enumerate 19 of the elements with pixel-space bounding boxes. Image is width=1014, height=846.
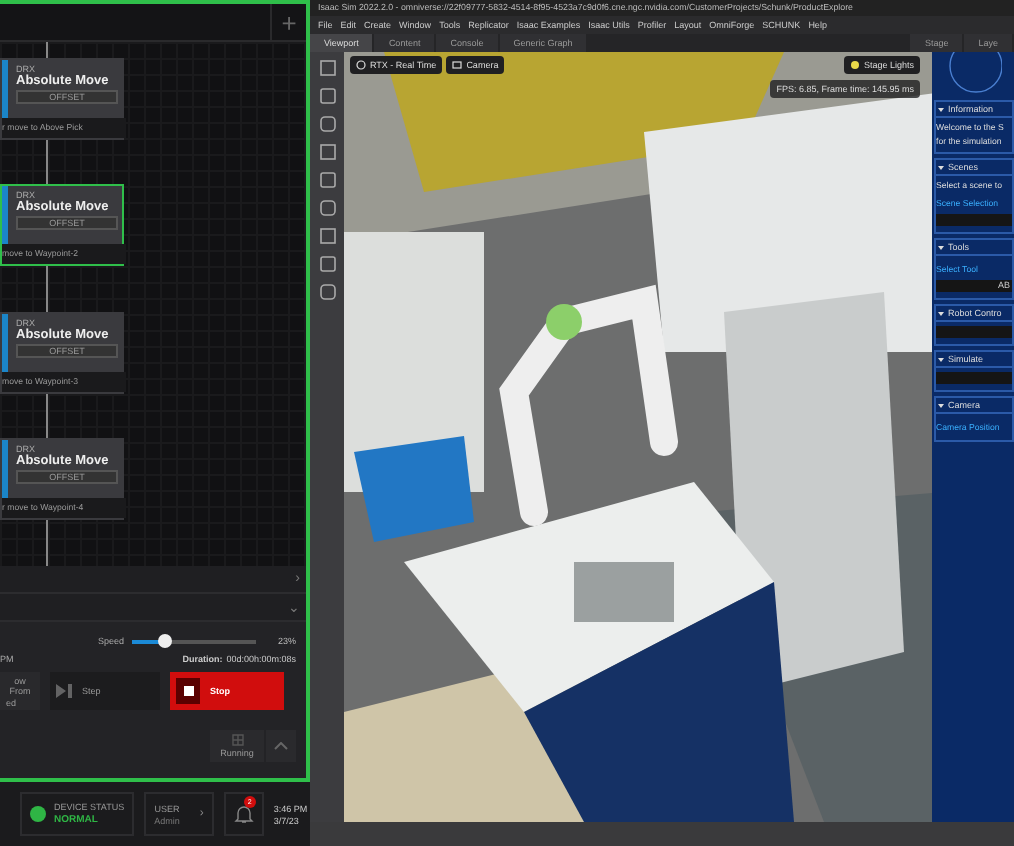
dropdown-field[interactable] xyxy=(936,326,1012,338)
caret-icon xyxy=(938,245,944,249)
caret-icon xyxy=(938,403,944,407)
caret-button[interactable] xyxy=(266,730,296,762)
grid-icon xyxy=(231,734,243,746)
bell-icon xyxy=(233,804,254,824)
bulb-icon xyxy=(356,60,366,70)
caret-icon xyxy=(938,357,944,361)
caret-icon xyxy=(938,107,944,111)
caret-icon xyxy=(274,742,288,750)
slider-thumb[interactable] xyxy=(157,633,172,647)
dropdown-field[interactable] xyxy=(936,214,1012,226)
caret-icon xyxy=(938,165,944,169)
sun-icon xyxy=(849,60,860,70)
dropdown-field[interactable] xyxy=(936,372,1012,384)
camera-icon xyxy=(452,60,463,70)
stop-icon xyxy=(183,686,193,696)
step-icon xyxy=(56,684,72,698)
caret-icon xyxy=(938,311,944,315)
